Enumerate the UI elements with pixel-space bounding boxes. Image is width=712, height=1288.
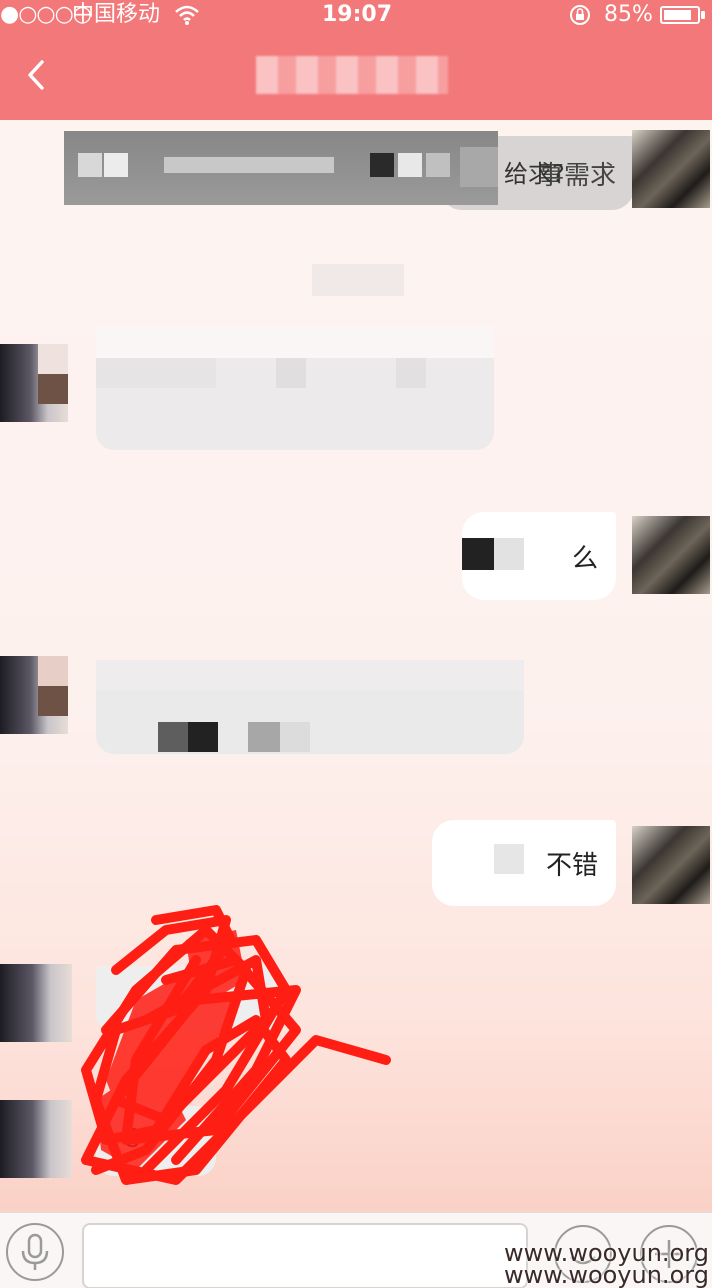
- timestamp: [312, 264, 404, 296]
- battery-icon: [660, 6, 700, 24]
- carrier-name: 中国移动: [72, 2, 161, 27]
- battery-percent: 85%: [604, 2, 653, 27]
- battery-fill: [664, 10, 691, 20]
- avatar-contact[interactable]: [0, 964, 72, 1042]
- avatar-self[interactable]: [632, 826, 710, 904]
- clock: 19:07: [322, 2, 393, 27]
- message-text: 么: [571, 543, 598, 574]
- status-bar: ●○○○○ 中国移动 19:07 85%: [0, 0, 712, 30]
- message-bubble-incoming[interactable]: [96, 660, 524, 754]
- watermark: www.wooyun.org www.wooyun.org: [504, 1241, 709, 1288]
- avatar-self[interactable]: [632, 516, 710, 594]
- avatar-contact[interactable]: [0, 1100, 72, 1178]
- nav-bar: [0, 30, 712, 120]
- avatar-self[interactable]: [632, 130, 710, 208]
- censor-overlay: [64, 131, 498, 205]
- chevron-left-icon[interactable]: [22, 60, 52, 90]
- message-partial-text: 给求?: [504, 160, 565, 188]
- watermark-line: www.wooyun.org: [504, 1261, 709, 1288]
- message-text: 8: [124, 1124, 141, 1154]
- message-input[interactable]: [82, 1223, 528, 1288]
- censor-block: [494, 844, 524, 874]
- message-text: 不错: [545, 850, 598, 881]
- battery-tip: [701, 11, 705, 19]
- message-bubble-incoming[interactable]: [96, 966, 286, 1032]
- avatar-contact[interactable]: [0, 656, 68, 734]
- message-bubble-outgoing[interactable]: 不错: [432, 820, 616, 906]
- message-bubble-incoming[interactable]: [96, 326, 494, 450]
- censor-block: [462, 538, 494, 570]
- censor-block: [494, 538, 524, 570]
- chat-title: [256, 56, 448, 94]
- avatar-contact[interactable]: [0, 344, 68, 422]
- message-bubble-incoming[interactable]: 8: [96, 1106, 216, 1176]
- microphone-button[interactable]: [6, 1223, 64, 1281]
- microphone-icon: [21, 1233, 49, 1270]
